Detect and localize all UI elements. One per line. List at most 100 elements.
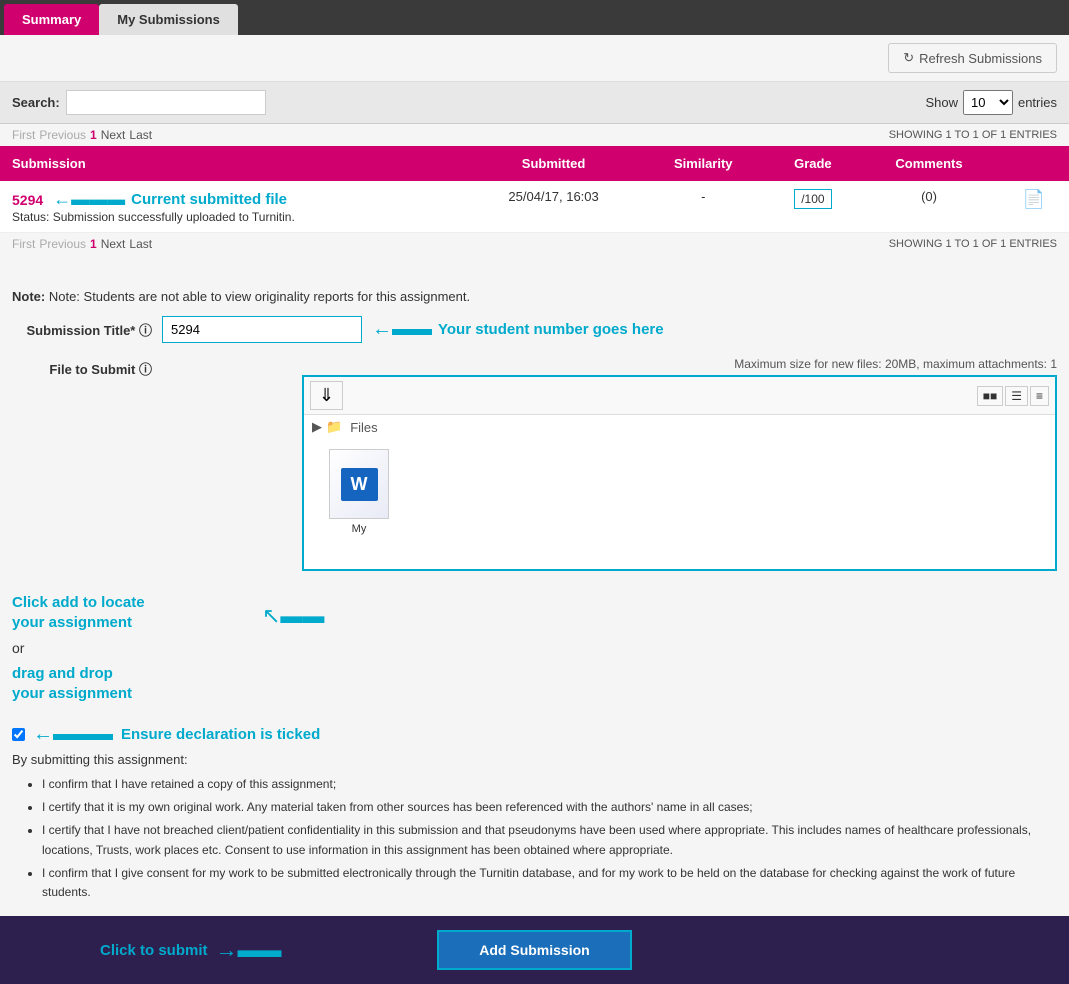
max-size-note: Maximum size for new files: 20MB, maximu… bbox=[162, 357, 1057, 371]
title-annotation-text: Your student number goes here bbox=[438, 321, 664, 338]
pag-prev-top[interactable]: Previous bbox=[39, 128, 86, 142]
title-label: Submission Title* ⓘ bbox=[27, 323, 152, 338]
declaration-annotation-text: Ensure declaration is ticked bbox=[121, 726, 320, 743]
list-view-icon[interactable]: ☰ bbox=[1005, 386, 1028, 406]
title-annotation: ←▬▬ Your student number goes here bbox=[372, 318, 664, 341]
entries-select[interactable]: 10 25 50 100 bbox=[963, 90, 1013, 115]
table-row: 5294 ←▬▬▬ Current submitted file Status:… bbox=[0, 181, 1069, 233]
current-file-annotation: ←▬▬▬ Current submitted file bbox=[53, 189, 287, 210]
decl-item-2: I certify that it is my own original wor… bbox=[42, 798, 1057, 817]
tab-my-submissions[interactable]: My Submissions bbox=[99, 4, 238, 35]
decl-item-1: I confirm that I have retained a copy of… bbox=[42, 775, 1057, 794]
refresh-icon: ↻ bbox=[903, 50, 914, 66]
declaration-list: I confirm that I have retained a copy of… bbox=[12, 775, 1057, 902]
tab-summary[interactable]: Summary bbox=[4, 4, 99, 35]
submit-area: Click to submit →▬▬ Add Submission bbox=[0, 916, 1069, 984]
click-add-annotation: Click add to locate your assignment bbox=[12, 593, 242, 632]
title-input[interactable] bbox=[162, 316, 362, 343]
submit-annotation-text: Click to submit bbox=[100, 942, 208, 959]
download-icon[interactable]: 📄 bbox=[1022, 189, 1044, 209]
submission-cell: 5294 ←▬▬▬ Current submitted file Status:… bbox=[0, 181, 467, 233]
pagination-bottom: First Previous 1 Next Last SHOWING 1 TO … bbox=[0, 233, 1069, 255]
pag-links-top: First Previous 1 Next Last bbox=[12, 128, 152, 142]
submission-id[interactable]: 5294 bbox=[12, 192, 43, 208]
pag-next-top[interactable]: Next bbox=[101, 128, 126, 142]
search-group: Search: bbox=[12, 90, 266, 115]
current-file-text: Current submitted file bbox=[131, 191, 287, 208]
search-label: Search: bbox=[12, 95, 60, 110]
grade-max: /100 bbox=[801, 192, 824, 206]
submissions-table: Submission Submitted Similarity Grade Co… bbox=[0, 146, 1069, 233]
file-tree-row: ▶ 📁 Files bbox=[304, 415, 1055, 439]
file-help-icon[interactable]: ⓘ bbox=[139, 362, 152, 377]
submission-status: Status: Submission successfully uploaded… bbox=[12, 210, 455, 224]
grid-view-icon[interactable]: ■■ bbox=[977, 386, 1004, 406]
triangle-icon: ▶ bbox=[312, 419, 322, 435]
pag-first-bottom[interactable]: First bbox=[12, 237, 35, 251]
refresh-label: Refresh Submissions bbox=[919, 51, 1042, 66]
pagination-top: First Previous 1 Next Last SHOWING 1 TO … bbox=[0, 124, 1069, 146]
show-entries-group: Show 10 25 50 100 entries bbox=[925, 90, 1057, 115]
pag-last-bottom[interactable]: Last bbox=[129, 237, 152, 251]
col-submitted: Submitted bbox=[467, 146, 641, 181]
pag-current-bottom[interactable]: 1 bbox=[90, 237, 97, 251]
declaration-section: ←▬▬▬ Ensure declaration is ticked By sub… bbox=[0, 713, 1069, 916]
showing-text-bottom: SHOWING 1 TO 1 OF 1 ENTRIES bbox=[889, 238, 1057, 250]
folder-icon: 📁 bbox=[326, 419, 342, 435]
pag-links-bottom: First Previous 1 Next Last bbox=[12, 237, 152, 251]
drag-drop-annotation: drag and drop your assignment bbox=[12, 664, 242, 703]
pag-current-top[interactable]: 1 bbox=[90, 128, 97, 142]
declaration-intro: By submitting this assignment: bbox=[12, 752, 1057, 767]
col-similarity: Similarity bbox=[641, 146, 767, 181]
add-submission-button[interactable]: Add Submission bbox=[437, 930, 631, 970]
upload-button[interactable]: ⇓ bbox=[310, 381, 343, 410]
pag-first-top[interactable]: First bbox=[12, 128, 35, 142]
file-item: W My bbox=[314, 449, 404, 559]
show-label: Show bbox=[925, 95, 958, 110]
action-cell: 📄 bbox=[998, 181, 1069, 233]
col-comments: Comments bbox=[860, 146, 999, 181]
file-label-text: File to Submit bbox=[49, 362, 135, 377]
form-section: Note: Note: Students are not able to vie… bbox=[0, 273, 1069, 703]
word-icon-letter: W bbox=[341, 468, 378, 501]
arrow-icon: ←▬▬▬ bbox=[53, 189, 125, 210]
decl-item-4: I confirm that I give consent for my wor… bbox=[42, 864, 1057, 902]
decl-item-3: I certify that I have not breached clien… bbox=[42, 821, 1057, 859]
submit-annotation: Click to submit →▬▬ bbox=[100, 937, 282, 963]
entries-suffix: entries bbox=[1018, 95, 1057, 110]
title-label-text: Submission Title* bbox=[27, 323, 136, 338]
showing-text-top: SHOWING 1 TO 1 OF 1 ENTRIES bbox=[889, 129, 1057, 141]
note-content: Note: Students are not able to view orig… bbox=[49, 289, 470, 304]
toolbar: ↻ Refresh Submissions bbox=[0, 35, 1069, 82]
pag-last-top[interactable]: Last bbox=[129, 128, 152, 142]
file-upload-area[interactable]: ⇓ ■■ ☰ ≡ ▶ 📁 Files W bbox=[302, 375, 1057, 571]
pag-next-bottom[interactable]: Next bbox=[101, 237, 126, 251]
tabs-bar: Summary My Submissions bbox=[0, 0, 1069, 35]
form-note: Note: Note: Students are not able to vie… bbox=[12, 289, 1057, 304]
similarity-cell: - bbox=[641, 181, 767, 233]
refresh-button[interactable]: ↻ Refresh Submissions bbox=[888, 43, 1057, 73]
file-name: My bbox=[352, 523, 367, 535]
word-file-icon: W bbox=[329, 449, 389, 519]
upload-toolbar: ⇓ ■■ ☰ ≡ bbox=[304, 377, 1055, 415]
col-grade: Grade bbox=[766, 146, 860, 181]
grade-cell: /100 bbox=[766, 181, 860, 233]
check-annotation-group: ←▬▬▬ Ensure declaration is ticked bbox=[12, 723, 320, 746]
title-help-icon[interactable]: ⓘ bbox=[139, 323, 152, 338]
search-bar: Search: Show 10 25 50 100 entries bbox=[0, 82, 1069, 124]
view-icons: ■■ ☰ ≡ bbox=[977, 386, 1049, 406]
search-input[interactable] bbox=[66, 90, 266, 115]
col-action bbox=[998, 146, 1069, 181]
col-submission: Submission bbox=[0, 146, 467, 181]
grade-box: /100 bbox=[794, 189, 831, 209]
detail-view-icon[interactable]: ≡ bbox=[1030, 386, 1049, 406]
comments-cell: (0) bbox=[860, 181, 999, 233]
declaration-checkbox[interactable] bbox=[12, 728, 25, 741]
file-tree-label: Files bbox=[350, 420, 377, 435]
pag-prev-bottom[interactable]: Previous bbox=[39, 237, 86, 251]
file-label: File to Submit ⓘ bbox=[49, 362, 152, 377]
file-grid: W My bbox=[304, 439, 1055, 569]
declaration-check-row: ←▬▬▬ Ensure declaration is ticked bbox=[12, 723, 1057, 746]
or-text: or bbox=[12, 640, 242, 656]
submitted-cell: 25/04/17, 16:03 bbox=[467, 181, 641, 233]
